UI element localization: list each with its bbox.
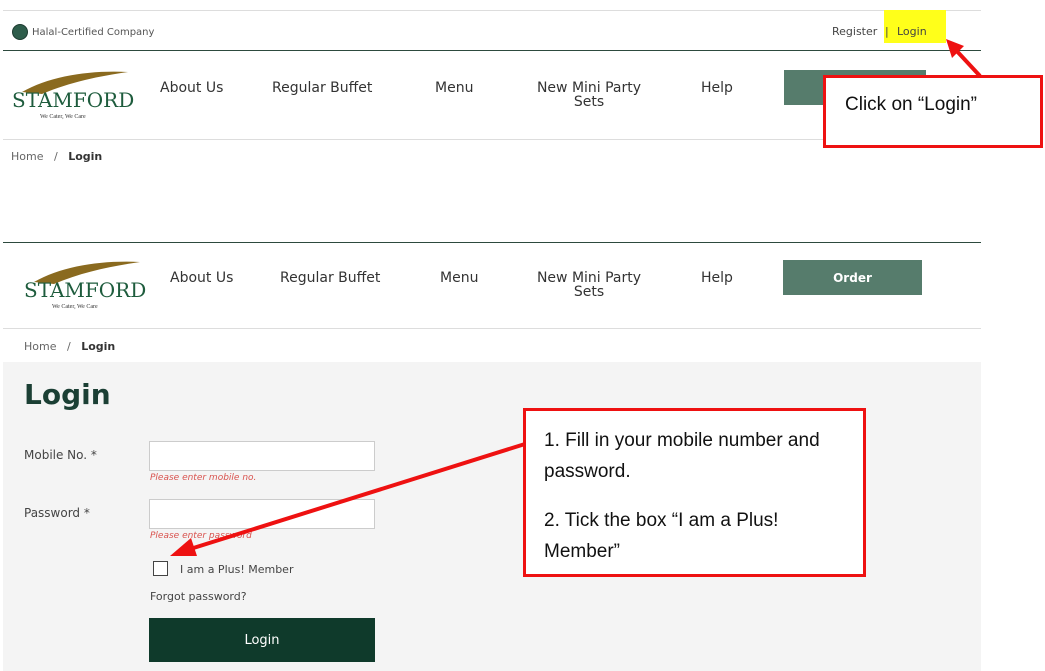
divider xyxy=(3,328,981,329)
nav-regular-buffet[interactable]: Regular Buffet xyxy=(280,271,380,285)
header-divider xyxy=(3,242,981,243)
halal-badge: Halal-Certified Company xyxy=(12,24,154,40)
top-separator: | xyxy=(885,25,889,38)
page-title: Login xyxy=(24,378,111,411)
register-link[interactable]: Register xyxy=(832,25,877,38)
nav-about-us[interactable]: About Us xyxy=(160,81,223,95)
password-label: Password * xyxy=(24,506,90,520)
breadcrumb-current: Login xyxy=(81,340,116,353)
breadcrumb: Home / Login xyxy=(11,150,102,163)
breadcrumb-sep: / xyxy=(53,150,58,163)
stamford-logo[interactable]: STAMFORD We Cater, We Care xyxy=(12,68,135,122)
nav-mini-line2: Sets xyxy=(573,284,605,300)
breadcrumb-sep: / xyxy=(66,340,71,353)
brand-name: STAMFORD xyxy=(24,278,147,302)
breadcrumb-home[interactable]: Home xyxy=(11,150,43,163)
login-submit-button[interactable]: Login xyxy=(149,618,375,662)
callout-click-login: Click on “Login” xyxy=(823,75,1043,148)
nav-about-us[interactable]: About Us xyxy=(170,271,233,285)
callout-click-login-text: Click on “Login” xyxy=(845,94,977,115)
stamford-logo[interactable]: STAMFORD We Cater, We Care xyxy=(24,258,147,312)
order-button[interactable]: Order xyxy=(783,260,922,295)
mobile-label: Mobile No. * xyxy=(24,448,97,462)
brand-tagline: We Cater, We Care xyxy=(52,304,98,310)
brand-name: STAMFORD xyxy=(12,88,135,112)
nav-help[interactable]: Help xyxy=(701,81,733,95)
nav-mini-party-sets[interactable]: New Mini Party Sets xyxy=(533,271,645,299)
halal-text: Halal-Certified Company xyxy=(32,26,155,38)
arrow-to-checkbox-icon xyxy=(170,442,526,556)
nav-regular-buffet[interactable]: Regular Buffet xyxy=(272,81,372,95)
nav-mini-party-sets[interactable]: New Mini Party Sets xyxy=(533,81,645,109)
breadcrumb: Home / Login xyxy=(24,340,115,353)
nav-help[interactable]: Help xyxy=(701,271,733,285)
nav-mini-line1: New Mini Party xyxy=(536,270,642,286)
header-divider xyxy=(3,50,981,51)
callout-step-1: 1. Fill in your mobile number and passwo… xyxy=(544,430,820,482)
divider xyxy=(3,10,981,11)
nav-mini-line1: New Mini Party xyxy=(536,80,642,96)
brand-tagline: We Cater, We Care xyxy=(40,114,86,120)
breadcrumb-current: Login xyxy=(68,150,103,163)
nav-menu[interactable]: Menu xyxy=(435,81,473,95)
breadcrumb-home[interactable]: Home xyxy=(24,340,56,353)
callout-instructions: 1. Fill in your mobile number and passwo… xyxy=(523,408,866,577)
nav-mini-line2: Sets xyxy=(573,94,605,110)
callout-step-2: 2. Tick the box “I am a Plus! Member” xyxy=(544,510,779,562)
arrow-to-login-icon xyxy=(946,39,982,78)
nav-menu[interactable]: Menu xyxy=(440,271,478,285)
login-link[interactable]: Login xyxy=(897,25,927,38)
halal-seal-icon xyxy=(12,24,28,40)
forgot-password-link[interactable]: Forgot password? xyxy=(150,590,247,603)
